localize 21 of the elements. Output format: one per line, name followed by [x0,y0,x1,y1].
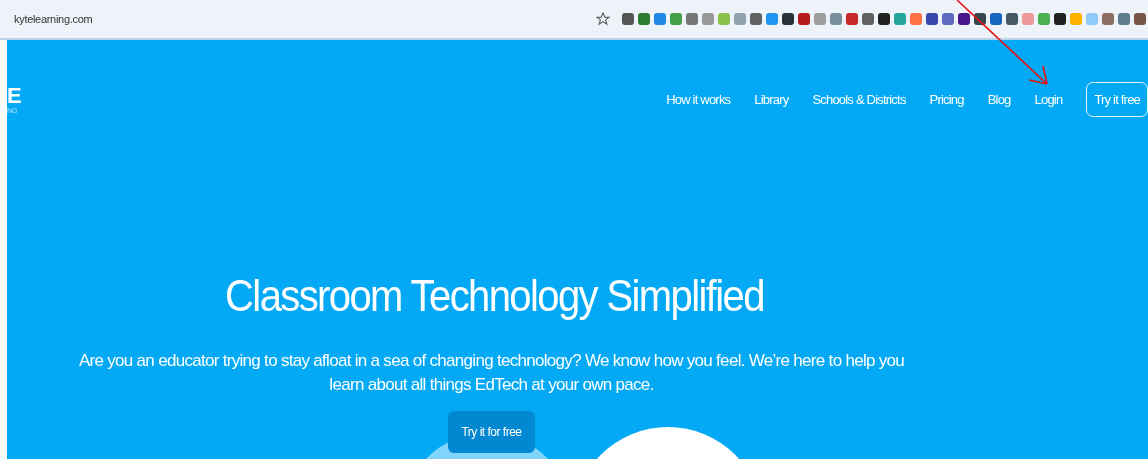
nav-link[interactable]: Blog [987,91,1011,107]
nav-link[interactable]: Library [754,91,789,107]
extension-icon[interactable] [1006,13,1018,25]
nav-link[interactable]: Schools & Districts [812,91,906,107]
address-url[interactable]: kytelearning.com [14,13,93,25]
extension-icon[interactable] [1054,13,1066,25]
try-for-free-button[interactable]: Try it for free [448,411,535,453]
nav-link[interactable]: Login [1034,91,1063,107]
extension-icon[interactable] [782,13,794,25]
extension-icon[interactable] [622,13,634,25]
star-icon[interactable] [596,12,610,26]
try-free-button[interactable]: Try it free [1086,81,1148,117]
nav-link[interactable]: Pricing [929,91,964,107]
hero-description: Are you an educator trying to stay afloat in a sea of changing technology? We know how you feel. We’re here to help you learn about all things EdTech at your own pace. [77,350,906,396]
extension-icon[interactable] [1134,13,1146,25]
nav-link[interactable]: How it works [666,91,731,107]
extension-icon[interactable] [958,13,970,25]
logo-letter[interactable]: E [7,84,22,107]
extension-icon[interactable] [878,13,890,25]
extension-icon[interactable] [926,13,938,25]
hero-title: Classroom Technology Simplified [225,271,764,322]
